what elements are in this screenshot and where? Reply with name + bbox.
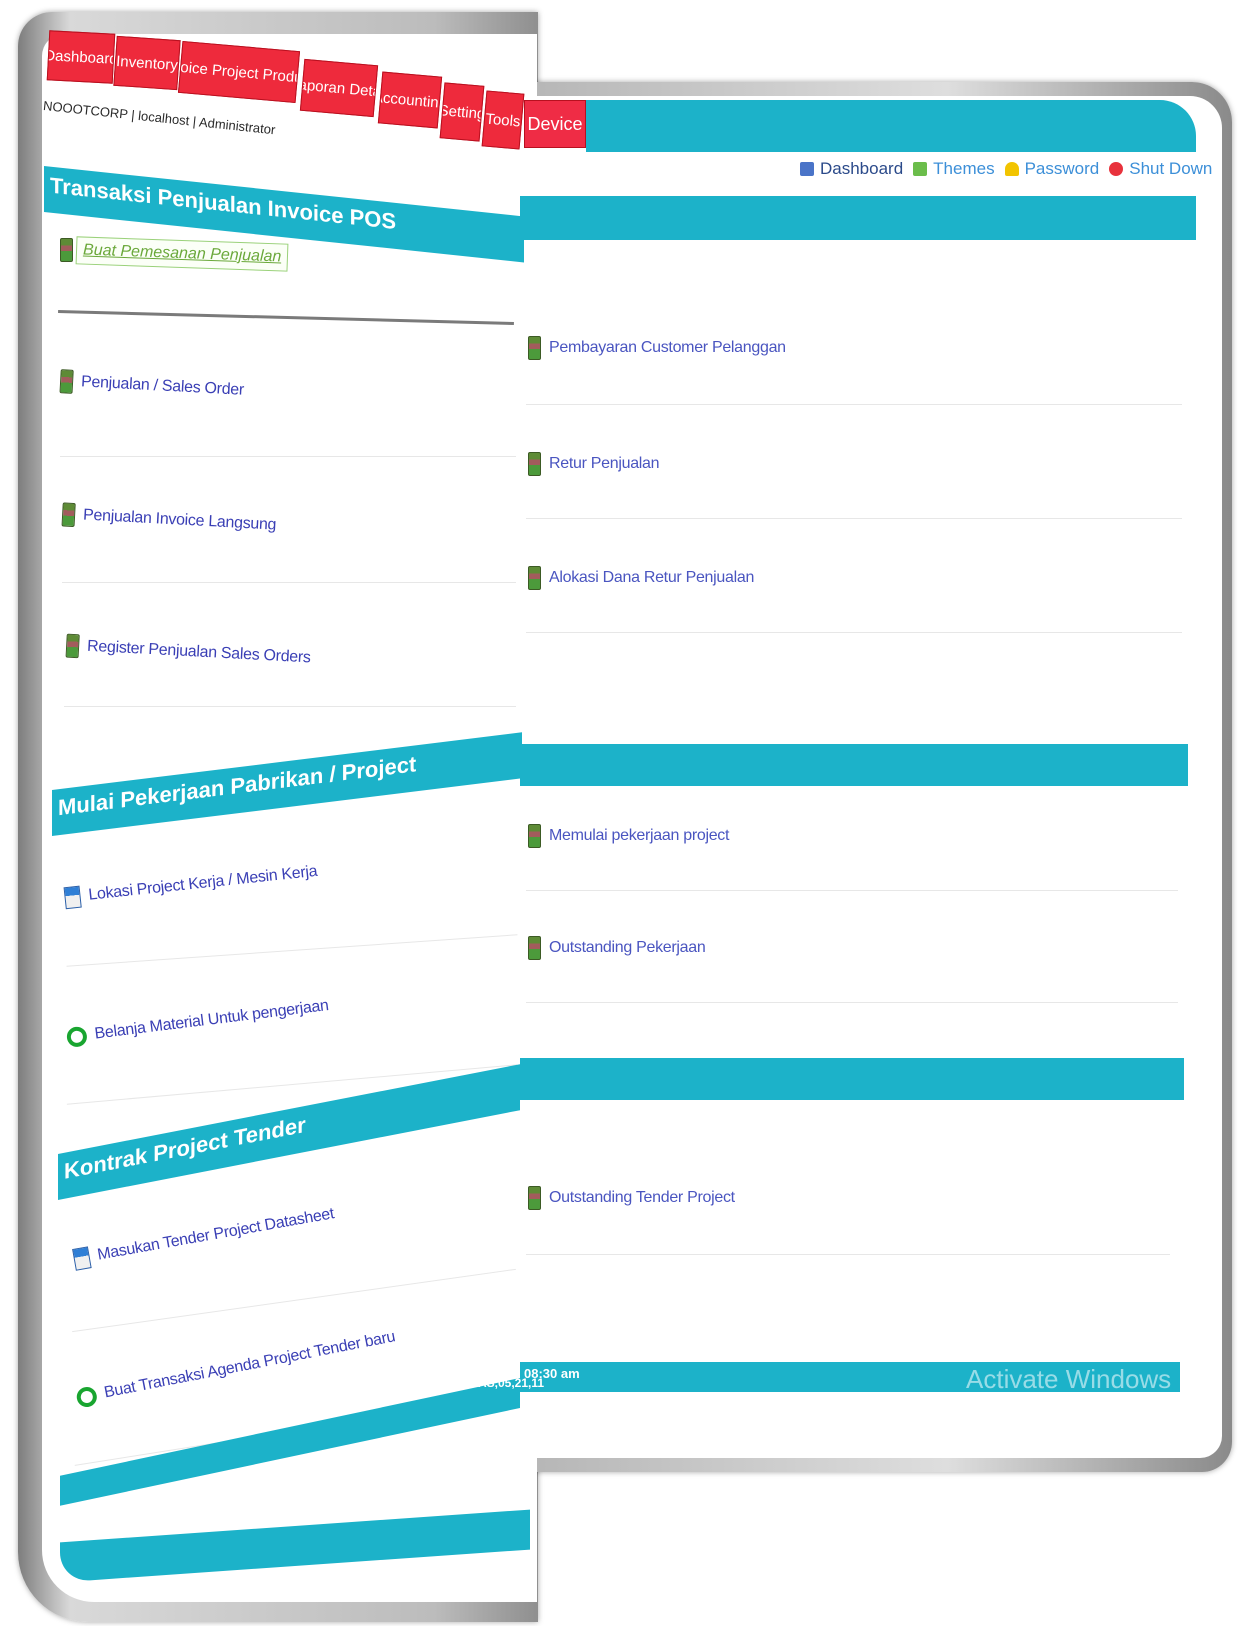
tab-tools[interactable]: Tools (481, 90, 525, 150)
document-icon (528, 824, 541, 848)
monitor-icon (800, 162, 814, 176)
calendar-icon (72, 1246, 92, 1271)
tab-laporan[interactable]: Laporan Detail (299, 58, 379, 118)
menu-item-retur-penjualan[interactable]: Retur Penjualan (528, 452, 660, 476)
right-header-bar (586, 100, 1196, 152)
power-icon (1109, 162, 1124, 176)
menu-item-alokasi-dana[interactable]: Alokasi Dana Retur Penjualan (528, 566, 754, 590)
penjualan-header-strip-right (520, 196, 1196, 240)
document-icon (528, 1186, 541, 1210)
document-icon (61, 502, 76, 528)
ring-icon (75, 1385, 99, 1409)
tab-invoice-project[interactable]: Invoice Project Produkti (177, 40, 301, 104)
tab-device[interactable]: Device (524, 100, 586, 148)
divider (526, 1254, 1170, 1255)
toolbar-password[interactable]: Password (1004, 159, 1100, 179)
toolbar-themes-label: Themes (933, 159, 995, 178)
tab-inventory[interactable]: Inventory (113, 35, 181, 91)
toolbar-shutdown[interactable]: Shut Down (1109, 159, 1212, 179)
document-icon (528, 936, 541, 960)
key-icon (1004, 162, 1019, 176)
divider (60, 456, 516, 457)
document-icon (59, 369, 74, 394)
calendar-icon (63, 885, 82, 910)
divider (62, 582, 516, 583)
menu-item-outstanding-tender[interactable]: Outstanding Tender Project (528, 1186, 735, 1210)
toolbar-shutdown-label: Shut Down (1129, 159, 1213, 178)
menu-item-label: Memulai pekerjaan project (549, 827, 730, 844)
tab-dashboard[interactable]: Dashboard (46, 30, 116, 84)
top-toolbar: Dashboard Themes Password Shut Down (800, 150, 1212, 188)
divider (526, 518, 1182, 519)
status-time: 08:30 am (524, 1366, 580, 1381)
menu-item-label: Retur Penjualan (549, 455, 660, 472)
divider (526, 1002, 1178, 1003)
toolbar-dashboard[interactable]: Dashboard (800, 159, 903, 179)
toolbar-password-label: Password (1024, 159, 1100, 178)
menu-item-label: Outstanding Tender Project (549, 1189, 735, 1206)
document-icon (528, 566, 541, 590)
ring-icon (65, 1025, 89, 1048)
menu-item-label: Pembayaran Customer Pelanggan (549, 339, 786, 356)
tab-accounting[interactable]: Accounting (377, 71, 443, 129)
kontrak-header-strip-right (520, 1058, 1184, 1100)
palette-icon (913, 162, 928, 176)
menu-item-label: Alokasi Dana Retur Penjualan (549, 569, 755, 586)
document-icon (528, 336, 541, 360)
activate-windows-watermark: Activate Windows (966, 1364, 1172, 1394)
menu-item-memulai-pekerjaan[interactable]: Memulai pekerjaan project (528, 824, 729, 848)
pekerjaan-header-strip-right (520, 744, 1188, 786)
menu-item-pembayaran-customer[interactable]: Pembayaran Customer Pelanggan (528, 336, 786, 360)
divider (526, 632, 1182, 633)
divider (526, 890, 1178, 891)
document-icon (65, 633, 80, 659)
menu-item-outstanding-pekerjaan[interactable]: Outstanding Pekerjaan (528, 936, 706, 960)
divider (64, 706, 516, 707)
document-icon (528, 452, 541, 476)
toolbar-themes[interactable]: Themes (913, 159, 995, 179)
document-icon (60, 238, 73, 262)
divider (526, 404, 1182, 405)
tab-setting[interactable]: Setting (439, 82, 485, 142)
menu-item-label: Outstanding Pekerjaan (549, 939, 706, 956)
toolbar-dashboard-label: Dashboard (820, 159, 904, 178)
